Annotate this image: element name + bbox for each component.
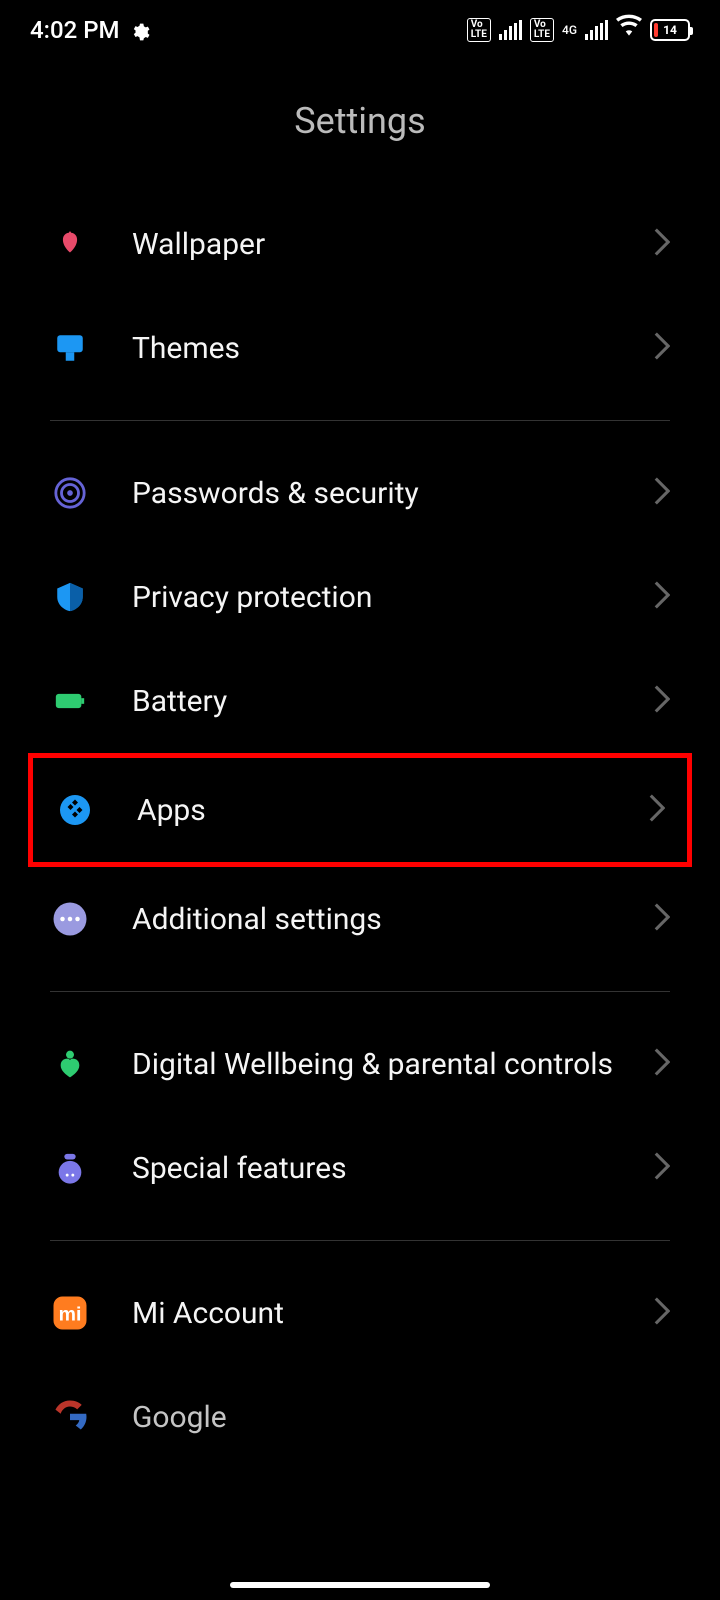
google-icon (50, 1397, 90, 1437)
setting-label: Passwords & security (132, 474, 654, 513)
setting-digital-wellbeing[interactable]: Digital Wellbeing & parental controls (0, 1012, 720, 1116)
setting-themes[interactable]: Themes (0, 296, 720, 400)
settings-list: Wallpaper Themes Passwords & security Pr… (0, 192, 720, 1469)
chevron-right-icon (654, 903, 670, 935)
chevron-right-icon (654, 332, 670, 364)
setting-google[interactable]: Google (0, 1365, 720, 1469)
chevron-right-icon (654, 685, 670, 717)
setting-label: Google (132, 1398, 670, 1437)
setting-label: Digital Wellbeing & parental controls (132, 1045, 654, 1084)
special-icon (50, 1148, 90, 1188)
setting-privacy-protection[interactable]: Privacy protection (0, 545, 720, 649)
status-time: 4:02 PM (30, 16, 120, 44)
chevron-right-icon (654, 1048, 670, 1080)
settings-indicator-icon (130, 20, 150, 40)
more-icon (50, 899, 90, 939)
privacy-icon (50, 577, 90, 617)
setting-apps[interactable]: Apps (33, 758, 687, 862)
setting-passwords-security[interactable]: Passwords & security (0, 441, 720, 545)
chevron-right-icon (654, 477, 670, 509)
chevron-right-icon (654, 228, 670, 260)
chevron-right-icon (654, 581, 670, 613)
fingerprint-icon (50, 473, 90, 513)
setting-special-features[interactable]: Special features (0, 1116, 720, 1220)
apps-icon (55, 790, 95, 830)
wifi-icon (616, 14, 642, 46)
divider (50, 991, 670, 992)
divider (50, 420, 670, 421)
volte-icon: VoLTE (467, 18, 491, 42)
volte-icon-2: VoLTE (530, 18, 554, 42)
setting-wallpaper[interactable]: Wallpaper (0, 192, 720, 296)
setting-label: Mi Account (132, 1294, 654, 1333)
setting-label: Battery (132, 682, 654, 721)
setting-mi-account[interactable]: mi Mi Account (0, 1261, 720, 1365)
chevron-right-icon (654, 1297, 670, 1329)
signal-1-icon (499, 20, 522, 40)
setting-label: Special features (132, 1149, 654, 1188)
status-left: 4:02 PM (30, 16, 150, 44)
svg-text:mi: mi (59, 1304, 82, 1326)
mi-icon: mi (50, 1293, 90, 1333)
setting-label: Additional settings (132, 900, 654, 939)
setting-label: Privacy protection (132, 578, 654, 617)
battery-icon (50, 681, 90, 721)
chevron-right-icon (649, 794, 665, 826)
page-title: Settings (0, 60, 720, 192)
setting-label: Themes (132, 329, 654, 368)
chevron-right-icon (654, 1152, 670, 1184)
highlight-box: Apps (28, 753, 692, 867)
wellbeing-icon (50, 1044, 90, 1084)
setting-label: Apps (137, 791, 649, 830)
home-indicator[interactable] (230, 1582, 490, 1588)
setting-battery[interactable]: Battery (0, 649, 720, 753)
signal-2-icon (585, 20, 608, 40)
setting-additional-settings[interactable]: Additional settings (0, 867, 720, 971)
themes-icon (50, 328, 90, 368)
battery-icon: 14 (650, 19, 690, 41)
network-4g-label: 4G (562, 23, 577, 37)
wallpaper-icon (50, 224, 90, 264)
setting-label: Wallpaper (132, 225, 654, 264)
divider (50, 1240, 670, 1241)
status-bar: 4:02 PM VoLTE VoLTE 4G 14 (0, 0, 720, 60)
battery-level: 14 (652, 23, 688, 37)
status-right: VoLTE VoLTE 4G 14 (467, 14, 690, 46)
